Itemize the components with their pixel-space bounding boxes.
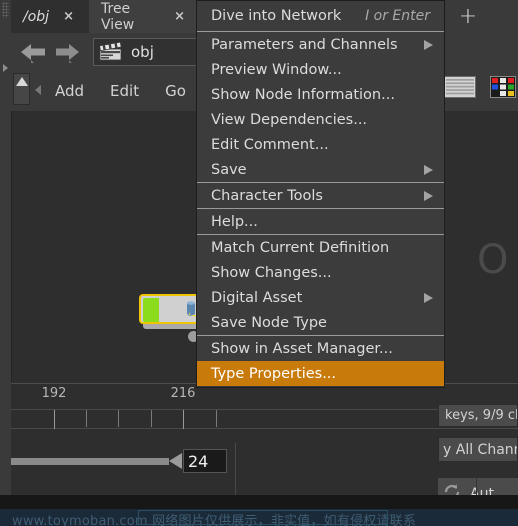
menu-item-label: Type Properties... [211, 365, 337, 382]
menu-item-label: Help... [211, 213, 258, 230]
menu-item-dive-into-network[interactable]: Dive into Network I or Enter [197, 1, 444, 31]
ruler-tick [151, 410, 152, 427]
submenu-arrow-icon [424, 39, 433, 50]
gripper-dots-icon [2, 2, 9, 18]
tab-tree-view[interactable]: Tree View × [89, 0, 193, 33]
menu-item-label: Show Changes... [211, 264, 332, 281]
menu-item-label: Save [211, 161, 247, 178]
ghost-letter-watermark: O [477, 237, 509, 283]
menu-add[interactable]: Add [55, 82, 84, 100]
menu-item-label: Digital Asset [211, 289, 303, 306]
menu-item-match-current-definition[interactable]: Match Current Definition [197, 235, 444, 260]
panel-gripper-strip[interactable] [0, 0, 11, 495]
ruler-label: 192 [41, 386, 67, 401]
submenu-arrow-icon [424, 292, 433, 303]
ruler-tick [216, 410, 217, 427]
menu-item-label: Preview Window... [211, 61, 342, 78]
add-tab-button[interactable]: + [445, 0, 491, 33]
menu-item-label: Show in Asset Manager... [211, 340, 393, 357]
menu-edit[interactable]: Edit [110, 82, 139, 100]
menu-item-label: Parameters and Channels [211, 36, 398, 53]
network-path-value: obj [131, 43, 154, 61]
menu-item-save[interactable]: Save [197, 157, 444, 182]
ruler-tick-major [183, 410, 184, 429]
menu-item-shortcut: I or Enter [365, 8, 430, 24]
menu-item-label: Match Current Definition [211, 239, 390, 256]
current-frame-field[interactable]: 24 [183, 449, 227, 473]
menu-item-show-node-information[interactable]: Show Node Information... [197, 82, 444, 107]
tab-obj[interactable]: /obj × [11, 0, 89, 33]
menu-item-label: Character Tools [211, 187, 323, 204]
ruler-tick-major [54, 410, 55, 429]
keys-status-field: keys, 9/9 ch [438, 404, 518, 427]
node-context-menu[interactable]: Dive into Network I or Enter Parameters an… [196, 0, 445, 388]
left-arrow-icon[interactable] [35, 85, 41, 95]
back-arrow-icon[interactable] [19, 42, 49, 64]
menu-item-type-properties[interactable]: Type Properties... [197, 361, 444, 386]
ruler-bottom-line [11, 428, 518, 429]
menu-item-preview-window[interactable]: Preview Window... [197, 57, 444, 82]
menu-item-parameters-and-channels[interactable]: Parameters and Channels [197, 32, 444, 57]
submenu-arrow-icon [424, 190, 433, 201]
menu-item-show-in-asset-manager[interactable]: Show in Asset Manager... [197, 336, 444, 361]
menu-item-label: Show Node Information... [211, 86, 395, 103]
canvas-left-divider [11, 111, 12, 383]
forward-arrow-icon[interactable] [53, 42, 83, 64]
playbar-handle[interactable] [169, 453, 182, 469]
tab-obj-close-icon[interactable]: × [63, 9, 74, 24]
channels-scope-button[interactable]: y All Channe [438, 437, 518, 462]
go-up-button[interactable] [13, 73, 30, 105]
menu-item-label: Dive into Network [211, 8, 342, 24]
ruler-label: 216 [170, 386, 196, 401]
menu-item-digital-asset[interactable]: Digital Asset [197, 285, 444, 310]
list-view-icon[interactable] [444, 76, 476, 98]
menu-item-save-node-type[interactable]: Save Node Type [197, 310, 444, 335]
expand-panel-arrow-icon[interactable] [3, 64, 8, 72]
watermark-bar: www.toymoban.com 网络图片仅供展示，非实值，如有侵权请联系 [0, 509, 518, 526]
menu-item-label: View Dependencies... [211, 111, 368, 128]
menu-item-show-changes[interactable]: Show Changes... [197, 260, 444, 285]
menu-item-edit-comment[interactable]: Edit Comment... [197, 132, 444, 157]
ruler-tick [118, 410, 119, 427]
houdini-network-editor-window: /obj × Tree View × M + [0, 0, 518, 526]
up-triangle-icon [15, 77, 28, 86]
menu-item-label: Edit Comment... [211, 136, 329, 153]
submenu-arrow-icon [424, 164, 433, 175]
tab-tree-view-close-icon[interactable]: × [174, 9, 185, 24]
menu-item-label: Save Node Type [211, 314, 327, 331]
clapperboard-icon [99, 41, 123, 62]
menu-item-character-tools[interactable]: Character Tools [197, 183, 444, 208]
playbar-track[interactable] [11, 458, 169, 465]
menu-item-help[interactable]: Help... [197, 209, 444, 234]
tab-obj-label: /obj [23, 8, 50, 25]
node-display-flag[interactable] [143, 298, 159, 322]
tab-tree-view-label: Tree View [101, 0, 135, 33]
ruler-tick [86, 410, 87, 427]
menu-go[interactable]: Go [165, 82, 186, 100]
watermark-box [138, 510, 388, 525]
menu-item-view-dependencies[interactable]: View Dependencies... [197, 107, 444, 132]
color-palette-icon[interactable] [490, 76, 516, 98]
playbar-divider [235, 443, 236, 495]
